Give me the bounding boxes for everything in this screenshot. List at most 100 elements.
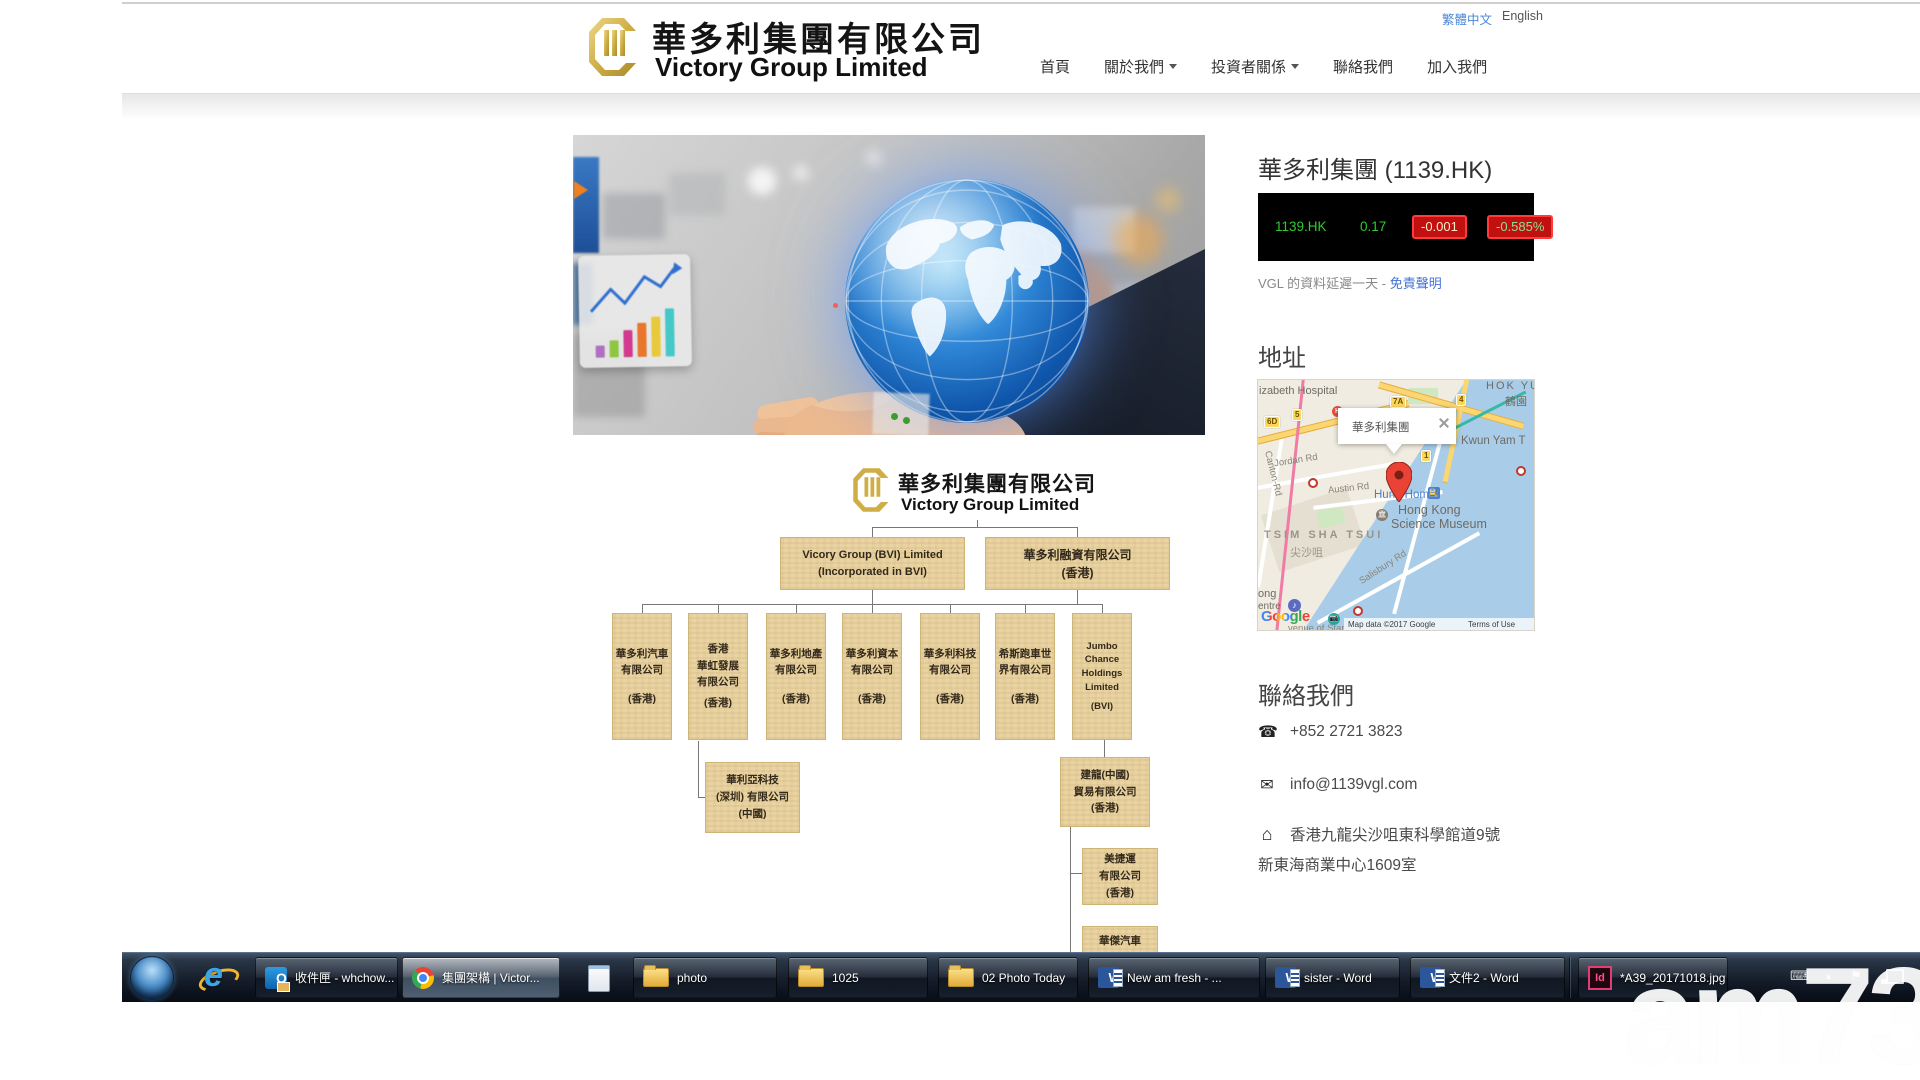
email-address: info@1139vgl.com (1290, 776, 1417, 794)
map-label-hok-yuen: 鶴園 (1505, 393, 1527, 409)
nav-home[interactable]: 首頁 (1040, 56, 1070, 77)
hero-banner-image (573, 135, 1205, 435)
disclaimer-link[interactable]: 免責聲明 (1390, 276, 1442, 291)
map-info-window: 華多利集團 (1338, 408, 1456, 444)
internet-explorer-icon[interactable]: e (196, 960, 238, 996)
terms-of-use-link[interactable]: Terms of Use (1468, 620, 1515, 629)
map-data-credit: Map data ©2017 Google (1348, 620, 1435, 629)
chevron-down-icon (1169, 64, 1177, 69)
task-folder-photo-today[interactable]: 02 Photo Today (938, 957, 1078, 998)
ticker-price: 0.17 (1360, 219, 1386, 234)
close-icon[interactable] (1438, 417, 1450, 429)
contact-heading: 聯絡我們 (1258, 676, 1354, 711)
blurred-photo-tile (603, 193, 665, 239)
org-box-may-jet: 美捷運有限公司(香港) (1082, 848, 1158, 905)
map-label-kong: ong (1258, 588, 1276, 600)
lang-traditional-chinese[interactable]: 繁體中文 (1442, 9, 1492, 28)
map-attribution: Map data ©2017 Google Terms of Use (1344, 618, 1534, 630)
orange-glow (1113, 215, 1163, 265)
blurred-photo-tile (669, 173, 725, 215)
email-icon: ✉ (1258, 775, 1276, 795)
nav-join-us[interactable]: 加入我們 (1427, 56, 1487, 77)
address-line-2: 新東海商業中心1609室 (1258, 853, 1416, 875)
outlook-icon: O (265, 967, 287, 989)
red-marker-dot (833, 303, 838, 308)
green-figure-dot (903, 417, 910, 424)
task-word-sister[interactable]: W sister - Word (1265, 957, 1400, 998)
main-nav: 首頁 關於我們 投資者關係 聯絡我們 加入我們 (1040, 56, 1487, 77)
map-station-dot (1353, 606, 1363, 616)
task-folder-photo[interactable]: photo (633, 957, 777, 998)
task-word-new-am-fresh[interactable]: W New am fresh - ... (1088, 957, 1260, 998)
org-connector (698, 741, 699, 798)
company-logo (586, 16, 642, 83)
route-badge: 7A (1390, 396, 1406, 408)
bar-chart-graphic (578, 254, 692, 368)
org-chart-company-en: Victory Group Limited (901, 495, 1079, 515)
org-connector (872, 527, 1078, 528)
data-delay-note: VGL 的資料延遲一天 - 免責聲明 (1258, 273, 1442, 292)
org-connector (1077, 590, 1078, 604)
map-label-tst-zh: 尖沙咀 (1290, 544, 1323, 560)
start-button[interactable] (130, 956, 174, 1000)
org-box-hiss-sports-car: 希斯跑車世界有限公司(香港) (995, 613, 1055, 740)
nav-contact[interactable]: 聯絡我們 (1333, 56, 1393, 77)
org-box-victory-properties: 華多利地產有限公司(香港) (766, 613, 826, 740)
task-folder-1025[interactable]: 1025 (788, 957, 928, 998)
nav-about[interactable]: 關於我們 (1104, 56, 1177, 77)
word-icon: W (1275, 967, 1296, 988)
task-outlook[interactable]: O 收件匣 - whchow... (255, 957, 398, 998)
route-badge: 1 (1421, 450, 1431, 462)
org-connector (642, 604, 643, 613)
task-chrome-active[interactable]: 集團架構 | Victor... (402, 957, 560, 998)
lang-english[interactable]: English (1502, 9, 1543, 28)
windows-logo-icon (142, 968, 162, 987)
org-box-hk-wah-hung: 香港華虹發展有限公司(香港) (688, 613, 748, 740)
task-word-doc2[interactable]: W 文件2 - Word (1410, 957, 1565, 998)
blue-panel-graphic (573, 157, 599, 253)
desktop-screen: 華多利集團有限公司 Victory Group Limited 首頁 關於我們 … (0, 0, 1920, 1080)
org-connector (977, 520, 978, 527)
map-label-hospital: izabeth Hospital (1259, 385, 1337, 397)
info-window-tail (1386, 444, 1402, 454)
org-connector (718, 604, 719, 613)
notepad-icon[interactable] (588, 965, 610, 992)
orange-arrow-graphic (574, 181, 588, 199)
word-icon: W (1420, 967, 1441, 988)
org-connector (872, 604, 873, 613)
org-connector (1025, 604, 1026, 613)
org-connector (796, 604, 797, 613)
address-heading: 地址 (1258, 338, 1306, 373)
header-divider-band (122, 93, 1920, 120)
indesign-icon: Id (1588, 966, 1612, 990)
org-connector (950, 604, 951, 613)
google-logo[interactable]: Google (1261, 608, 1310, 625)
address-row: ⌂ 香港九龍尖沙咀東科學館道9號 (1258, 823, 1500, 845)
nav-investor-relations[interactable]: 投資者關係 (1211, 56, 1299, 77)
org-chart-logo (851, 466, 893, 519)
org-connector (872, 527, 873, 537)
org-connector (1102, 604, 1103, 613)
org-box-victory-finance: 華多利融資有限公司 (香港) (985, 537, 1170, 590)
page-top-border (122, 2, 1920, 4)
org-box-victory-capital: 華多利資本有限公司(香港) (842, 613, 902, 740)
company-name-en: Victory Group Limited (655, 52, 928, 83)
camera-poi-icon: 📷 (1328, 613, 1340, 625)
station-icon: 🚉 (1428, 487, 1440, 499)
phone-row: ☎ +852 2721 3823 (1258, 722, 1403, 742)
map-station-dot (1308, 478, 1318, 488)
phone-icon: ☎ (1258, 722, 1276, 742)
org-box-kin-lung-trading: 建龍(中國)貿易有限公司(香港) (1060, 757, 1150, 827)
folder-icon (798, 968, 824, 987)
language-switcher: 繁體中文 English (1442, 9, 1543, 28)
orange-glow (1158, 190, 1178, 210)
ticker-symbol: 1139.HK (1275, 219, 1327, 234)
folder-icon (948, 968, 974, 987)
home-icon: ⌂ (1258, 824, 1276, 845)
small-blurred-card (872, 392, 929, 435)
map-label-austin-rd: Austin Rd (1328, 481, 1370, 496)
google-map[interactable]: 6D 5 7A 4 1 izabeth Hospital H HOK YU 鶴園… (1258, 380, 1534, 630)
org-box-hualiya-tech: 華利亞科技(深圳) 有限公司(中國) (705, 762, 800, 833)
map-label-hok-yu: HOK YU (1486, 380, 1534, 392)
bokeh-light (793, 165, 809, 181)
